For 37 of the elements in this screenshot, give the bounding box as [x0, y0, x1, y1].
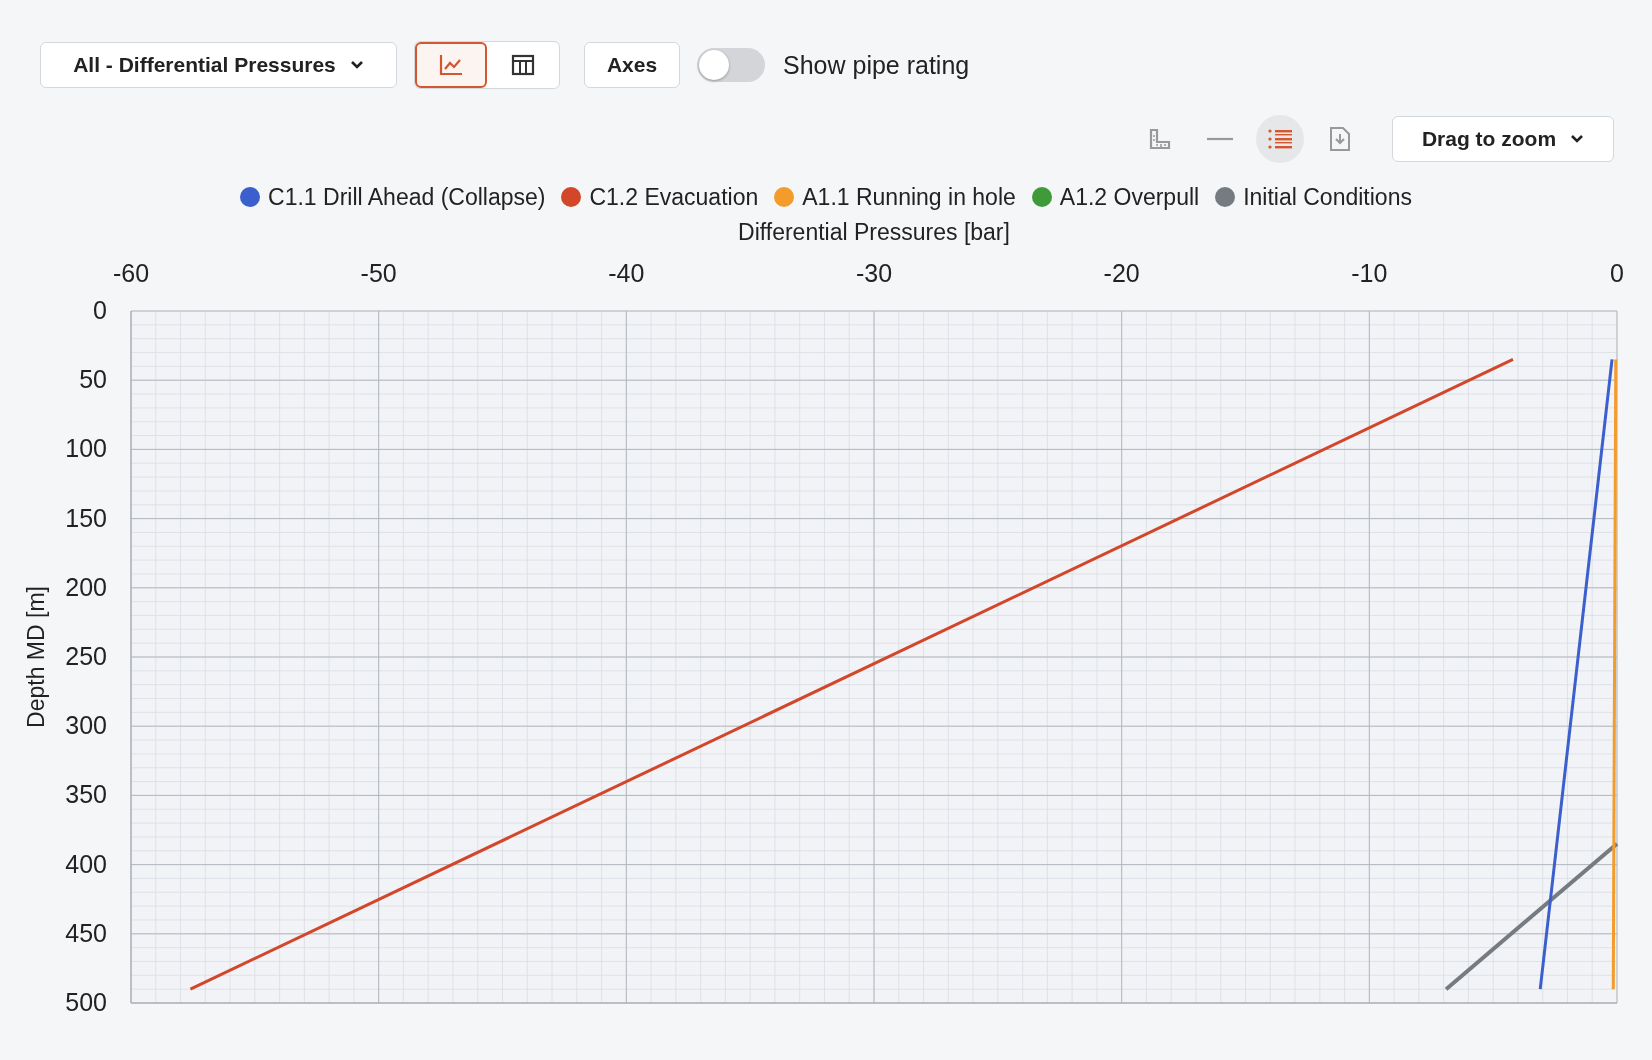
toggle-label: Show pipe rating	[783, 50, 970, 80]
x-tick-label: -50	[360, 259, 397, 287]
list-icon	[1268, 129, 1292, 149]
y-tick-label: 500	[65, 988, 107, 1016]
x-tick-label: -30	[855, 259, 893, 287]
y-tick-label: 150	[65, 503, 107, 532]
x-tick-label: -60	[112, 259, 150, 287]
y-tick-label: 50	[79, 365, 107, 394]
axes-button[interactable]: Axes	[584, 42, 680, 88]
x-tick-label: 0	[1610, 259, 1624, 287]
legend-item[interactable]: A1.2 Overpull	[1031, 183, 1200, 211]
y-tick-label: 300	[65, 711, 107, 740]
y-tick-label: 450	[65, 918, 107, 947]
x-tick-label: -10	[1351, 259, 1388, 287]
x-tick-label: -40	[608, 259, 645, 287]
table-icon	[511, 54, 535, 76]
zoom-mode-dropdown[interactable]: Drag to zoom	[1392, 116, 1614, 162]
y-tick-label: 200	[65, 572, 107, 601]
chart-view-button[interactable]	[415, 42, 487, 88]
y-tick-label: 100	[65, 434, 107, 463]
chevron-down-icon	[1570, 134, 1585, 144]
legend-tool-button[interactable]	[1256, 115, 1304, 163]
file-download-icon	[1330, 127, 1350, 151]
horizontal-line-icon	[1207, 137, 1233, 141]
legend-label: A1.2 Overpull	[1059, 183, 1200, 211]
y-tick-label: 250	[65, 642, 107, 670]
y-axis-title: Depth MD [m]	[23, 586, 49, 728]
x-axis-title: Differential Pressures [bar]	[738, 219, 1010, 245]
x-tick-label: -20	[1103, 259, 1140, 287]
dataset-dropdown[interactable]: All - Differential Pressures	[40, 42, 397, 88]
ruler-icon	[1149, 128, 1171, 150]
y-tick-label: 400	[65, 849, 107, 878]
chevron-down-icon	[349, 60, 364, 70]
y-tick-label: 350	[65, 780, 107, 809]
y-tick-label: 0	[93, 296, 107, 324]
pipe-rating-toggle[interactable]	[697, 48, 765, 82]
line-chart-icon	[439, 54, 463, 76]
